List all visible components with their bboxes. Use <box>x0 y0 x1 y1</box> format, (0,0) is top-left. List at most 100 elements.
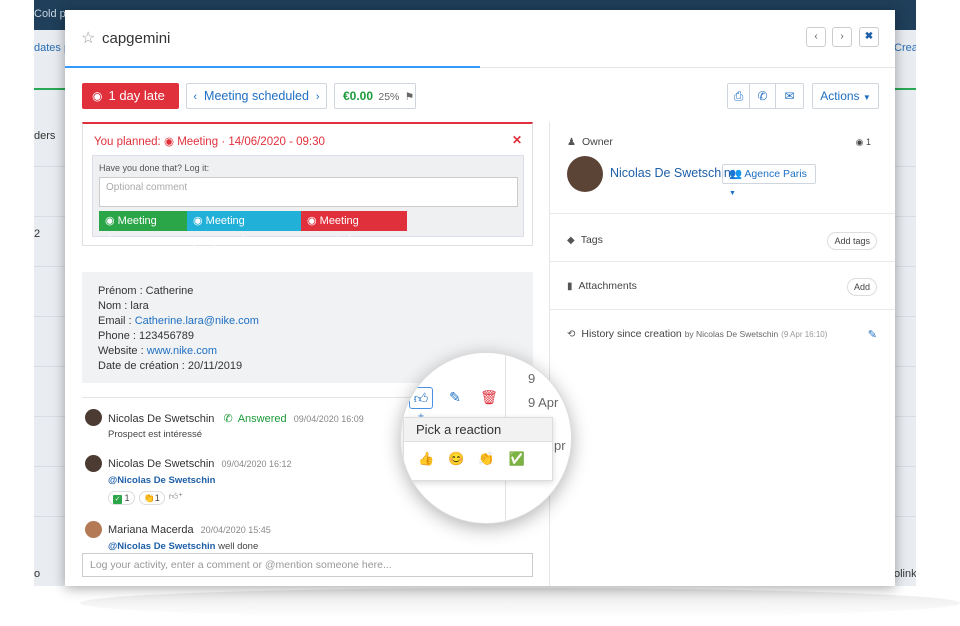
print-button[interactable]: ⎙ <box>727 83 750 109</box>
activity-header: Mariana Macerda 20/04/2020 15:45 <box>108 524 271 536</box>
optional-comment-input[interactable]: Optional comment <box>99 177 518 207</box>
late-status-button[interactable]: ◉ 1 day late <box>82 83 179 109</box>
deal-value[interactable]: €0.00 25% ⚑ <box>334 83 416 109</box>
contact-firstname: Prénom : Catherine <box>98 285 194 297</box>
avatar <box>85 455 102 472</box>
flag-icon: ⚑ <box>404 91 415 103</box>
background-text: ders <box>34 130 56 142</box>
activity-author[interactable]: Nicolas De Swetschin <box>108 458 214 470</box>
thumbs-up-icon[interactable]: 👍 <box>418 451 434 467</box>
planned-prefix: You planned: <box>94 136 161 148</box>
avatar <box>85 521 102 538</box>
clap-icon[interactable]: 👏 <box>478 451 494 467</box>
activity-date: 20/04/2020 15:45 <box>200 525 271 535</box>
mention-link[interactable]: @Nicolas De Swetschin <box>108 541 215 552</box>
log-buttons: ◉ Meeting done ◉ Meeting postponed ◉ Mee… <box>99 211 407 247</box>
history-section: ⟲ History since creation by Nicolas De Sw… <box>550 310 895 358</box>
check-icon: ✓ <box>113 495 122 504</box>
dismiss-planned-icon[interactable]: ✕ <box>512 133 522 147</box>
contact-website-link[interactable]: www.nike.com <box>147 345 217 357</box>
deal-probability: 25% <box>378 91 400 103</box>
edit-icon[interactable]: ✎ <box>868 328 877 341</box>
reaction-clap[interactable]: 👏1 <box>138 491 165 505</box>
reaction-count: 1 <box>154 493 160 503</box>
stage-label: Meeting scheduled <box>204 89 309 103</box>
magnifier-text: pr <box>554 438 566 453</box>
watchers-count: 1 <box>865 137 871 147</box>
reaction-check[interactable]: ✓ 1 <box>108 491 135 505</box>
history-title: ⟲ History since creation by Nicolas De Sw… <box>567 328 827 340</box>
call-button[interactable]: ✆ <box>749 83 776 109</box>
eye-icon: ◉ <box>855 137 864 147</box>
attachments-title-label: Attachments <box>578 280 637 292</box>
late-label: 1 day late <box>108 88 165 103</box>
caret-down-icon: ▼ <box>729 190 736 197</box>
file-icon: ▮ <box>567 281 573 292</box>
progress-bar <box>65 66 480 68</box>
chevron-right-icon[interactable]: › <box>316 91 320 103</box>
history-by: by Nicolas De Swetschin <box>684 329 779 339</box>
history-icon: ⟲ <box>567 329 576 340</box>
star-icon[interactable]: ☆ <box>81 28 95 48</box>
eye-icon: ◉ <box>307 215 320 227</box>
activity-body: Prospect est intéressé <box>108 429 202 440</box>
left-column: You planned: ◉ Meeting · 14/06/2020 - 09… <box>82 122 533 552</box>
activity-header: Nicolas De Swetschin ✆ Answered 09/04/20… <box>108 412 364 425</box>
history-title-label: History since creation <box>581 328 682 340</box>
reaction-picker-title: Pick a reaction <box>404 418 552 442</box>
activity-author[interactable]: Nicolas De Swetschin <box>108 413 214 425</box>
modal-header: ☆ capgemini ‹ › ✖ <box>65 10 895 68</box>
tag-icon: ◆ <box>567 235 575 246</box>
close-button[interactable]: ✖ <box>859 27 879 47</box>
check-icon[interactable]: ✅ <box>509 451 525 467</box>
add-reaction-button[interactable]: 👍︎⁺ <box>409 387 433 426</box>
stage-selector[interactable]: ‹ Meeting scheduled › <box>186 83 327 109</box>
meeting-postponed-button[interactable]: ◉ Meeting postponed <box>187 211 301 247</box>
mention-link[interactable]: @Nicolas De Swetschin <box>108 475 215 486</box>
background-text: o <box>34 568 41 580</box>
watchers-badge[interactable]: ◉ 1 <box>849 134 877 152</box>
reaction-picker: Pick a reaction 👍 😊 👏 ✅ <box>403 417 553 481</box>
background-text: olink <box>894 568 916 580</box>
previous-button[interactable]: ‹ <box>806 27 826 47</box>
agency-dropdown[interactable]: 👥 Agence Paris ▼ <box>722 164 816 197</box>
user-icon: ♟ <box>567 137 576 148</box>
contact-email-row: Email : Catherine.lara@nike.com <box>98 314 517 329</box>
background-text: 2 <box>34 228 41 240</box>
add-reaction-icon[interactable]: 👍︎⁺ <box>169 491 183 505</box>
planned-header: You planned: ◉ Meeting · 14/06/2020 - 09… <box>94 134 325 148</box>
activity-actions: 👍︎⁺ ✎ 🗑 <box>409 387 501 426</box>
reactions: ✓ 1 👏1 👍︎⁺ <box>108 491 183 505</box>
activity-date: 09/04/2020 16:12 <box>221 459 292 469</box>
attachments-section: ▮ Attachments Add <box>550 262 895 310</box>
contact-website-label: Website : <box>98 345 147 357</box>
deal-title: capgemini <box>102 30 171 47</box>
eye-icon: ◉ <box>193 215 206 227</box>
caret-down-icon: ▼ <box>862 93 871 102</box>
log-activity-input[interactable]: Log your activity, enter a comment or @m… <box>82 553 533 577</box>
trash-icon[interactable]: 🗑 <box>477 387 501 409</box>
background-text: Creat <box>894 42 916 54</box>
magnifier-text: 9 Apr <box>528 395 559 410</box>
next-button[interactable]: › <box>832 27 852 47</box>
smile-icon[interactable]: 😊 <box>448 451 464 467</box>
deal-amount: €0.00 <box>343 89 374 103</box>
edit-icon[interactable]: ✎ <box>443 387 467 409</box>
eye-icon: ◉ <box>105 215 118 227</box>
contact-phone: Phone : 123456789 <box>98 330 195 342</box>
owner-name[interactable]: Nicolas De Swetschin <box>610 166 731 180</box>
add-attachment-button[interactable]: Add <box>846 278 877 296</box>
phone-icon: ✆ <box>757 89 768 103</box>
meeting-done-button[interactable]: ◉ Meeting done <box>99 211 187 247</box>
actions-dropdown[interactable]: Actions ▼ <box>812 83 879 109</box>
activity-author[interactable]: Mariana Macerda <box>108 524 194 536</box>
phone-icon: ✆ <box>223 413 233 425</box>
chevron-left-icon[interactable]: ‹ <box>193 91 197 103</box>
activity-body: @Nicolas De Swetschin <box>108 475 215 486</box>
meeting-canceled-button[interactable]: ◉ Meeting canceled <box>301 211 407 247</box>
contact-email-link[interactable]: Catherine.lara@nike.com <box>135 315 259 327</box>
email-button[interactable]: ✉ <box>775 83 804 109</box>
add-tags-button[interactable]: Add tags <box>827 232 877 250</box>
activity-body: @Nicolas De Swetschin well done <box>108 541 258 552</box>
log-box: Have you done that? Log it: Optional com… <box>92 155 524 247</box>
